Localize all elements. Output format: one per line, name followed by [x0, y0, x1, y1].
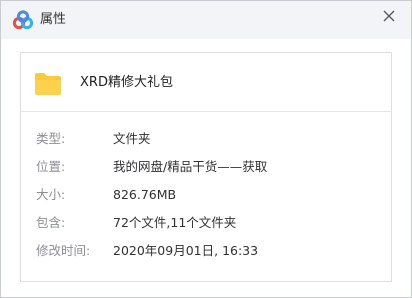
property-row-contains: 包含: 72个文件,11个文件夹: [21, 213, 391, 233]
property-label: 位置:: [36, 159, 66, 174]
baidu-netdisk-cloud-icon: [12, 10, 34, 30]
property-value: 72个文件,11个文件夹: [113, 215, 237, 230]
property-label: 包含:: [36, 215, 66, 230]
properties-panel: XRD精修大礼包 类型: 文件夹 位置: 我的网盘/精品干货——获取 大小: 8…: [20, 52, 392, 282]
property-row-type: 类型: 文件夹: [21, 129, 391, 149]
property-row-modified: 修改时间: 2020年09月01日, 16:33: [21, 241, 391, 261]
close-icon: [383, 10, 395, 22]
properties-dialog: 属性 XRD精修大礼包 类型: 文件夹 位置: 我的网盘/精品干货——获取 大小…: [0, 0, 412, 298]
file-header: XRD精修大礼包: [21, 53, 391, 111]
property-label: 大小:: [36, 187, 66, 202]
property-row-location: 位置: 我的网盘/精品干货——获取: [21, 157, 391, 177]
property-value: 文件夹: [113, 131, 151, 146]
property-label: 修改时间:: [36, 243, 91, 258]
property-label: 类型:: [36, 131, 66, 146]
close-button[interactable]: [377, 4, 401, 28]
divider: [21, 111, 391, 112]
title-bar[interactable]: 属性: [1, 1, 411, 39]
property-row-size: 大小: 826.76MB: [21, 185, 391, 205]
property-value: 2020年09月01日, 16:33: [113, 243, 259, 258]
property-value: 826.76MB: [113, 187, 177, 202]
property-value: 我的网盘/精品干货——获取: [113, 159, 268, 174]
dialog-title: 属性: [40, 12, 67, 27]
file-name: XRD精修大礼包: [80, 75, 173, 90]
folder-icon: [34, 72, 62, 96]
